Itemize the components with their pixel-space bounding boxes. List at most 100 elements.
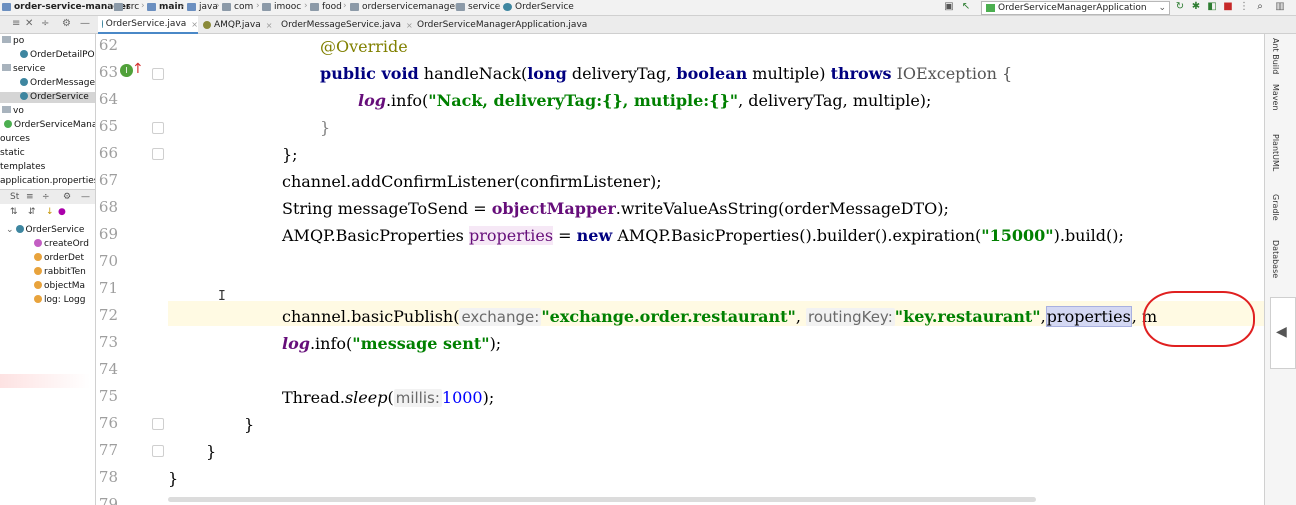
breadcrumb-com[interactable]: com <box>222 2 253 12</box>
more-icon[interactable]: ⋮ <box>1238 1 1250 12</box>
right-tool-strip: Ant Build Maven PlantUML Gradle Database <box>1264 34 1296 505</box>
tab-orderservicemanagerapplication-java[interactable]: OrderServiceManagerApplication.java <box>410 16 587 34</box>
code-text: .info( <box>309 334 353 353</box>
code-line-73: log.info("message sent"); <box>282 331 501 356</box>
line-number: 73 <box>98 333 118 351</box>
tree-file-application-properties[interactable]: application.properties <box>0 176 95 187</box>
structure-label: objectMa <box>44 281 86 291</box>
hide-icon[interactable]: — <box>80 18 90 29</box>
spring-class-icon <box>4 120 12 128</box>
coverage-icon[interactable]: ◧ <box>1206 1 1218 12</box>
fold-marker[interactable] <box>152 122 164 134</box>
run-configuration-select[interactable]: OrderServiceManagerApplication ⌄ <box>981 1 1170 15</box>
tree-folder-resources[interactable]: ources <box>0 134 30 145</box>
close-icon[interactable]: × <box>266 21 273 30</box>
rerun-icon[interactable]: ↻ <box>1174 1 1186 12</box>
structure-field-rabbittemplate[interactable]: rabbitTen <box>34 267 86 278</box>
tab-label: OrderMessageService.java <box>281 20 402 30</box>
structure-class-orderservice[interactable]: ⌄ OrderService <box>6 225 84 236</box>
gear-icon[interactable]: ⚙ <box>62 18 71 29</box>
code-text: String messageToSend = <box>282 199 492 218</box>
breadcrumb-service[interactable]: service <box>456 2 500 12</box>
parameter-hint: exchange: <box>459 308 542 326</box>
breadcrumb-java[interactable]: java <box>187 2 218 12</box>
override-arrow-icon[interactable]: ↑ <box>132 61 144 77</box>
tab-orderservice-java[interactable]: OrderService.java × <box>98 16 198 34</box>
hide-icon[interactable]: — <box>81 192 90 202</box>
editor-tab-bar: ≡ ✕ ÷ ⚙ — OrderService.java × AMQP.java × … <box>0 16 1296 34</box>
tool-database[interactable]: Database <box>1271 240 1280 278</box>
horizontal-scrollbar[interactable] <box>168 497 1036 502</box>
structure-field-log[interactable]: log: Logg <box>34 295 85 306</box>
tool-gradle[interactable]: Gradle <box>1271 194 1280 221</box>
parameter-hint: routingKey: <box>806 308 895 326</box>
line-number: 74 <box>98 360 118 378</box>
tool-ant-build[interactable]: Ant Build <box>1271 38 1280 74</box>
show-fields-icon[interactable]: ↓ <box>46 207 54 217</box>
tree-folder-static[interactable]: static <box>0 148 25 159</box>
breadcrumb-src[interactable]: src <box>114 2 139 12</box>
tree-label: templates <box>0 162 46 172</box>
show-properties-icon[interactable]: ● <box>58 207 66 217</box>
structure-toolbar: ⇅ ⇵ ↓ ● <box>0 205 95 220</box>
method-ref: sleep <box>344 388 388 407</box>
debug-icon[interactable]: ✱ <box>1190 1 1202 12</box>
gear-icon[interactable]: ⚙ <box>63 192 71 202</box>
code-text: } <box>244 415 255 434</box>
build-icon[interactable]: ▣ <box>943 1 955 12</box>
code-text: } <box>320 118 331 137</box>
fold-marker[interactable] <box>152 148 164 160</box>
line-number: 77 <box>98 441 118 459</box>
tree-folder-vo[interactable]: vo <box>2 106 24 117</box>
line-number: 75 <box>98 387 118 405</box>
close-icon[interactable]: × <box>191 20 198 29</box>
sort-icon[interactable]: ≡ <box>26 192 34 202</box>
expand-icon[interactable]: ✕ <box>25 18 33 29</box>
structure-method-createorder[interactable]: createOrd <box>34 239 89 250</box>
chevron-right-icon: › <box>216 1 220 11</box>
chevron-right-icon: › <box>304 1 308 11</box>
code-line-63: public void handleNack(long deliveryTag,… <box>320 61 1012 86</box>
tab-amqp-java[interactable]: AMQP.java × <box>199 16 273 34</box>
sort-visibility-icon[interactable]: ⇵ <box>28 207 36 217</box>
tool-plantuml[interactable]: PlantUML <box>1271 134 1280 171</box>
fold-marker[interactable] <box>152 68 164 80</box>
tab-label: OrderService.java <box>105 19 187 29</box>
code-text: ( <box>387 388 394 407</box>
tool-maven[interactable]: Maven <box>1271 84 1280 111</box>
tab-ordermessageservice-java[interactable]: OrderMessageService.java × <box>274 16 413 34</box>
scroll-from-source-icon[interactable]: ÷ <box>41 18 49 29</box>
breadcrumb-orderservicemanager[interactable]: orderservicemanager <box>350 2 459 12</box>
scroll-icon[interactable]: ÷ <box>42 192 50 202</box>
structure-field-orderdetail[interactable]: orderDet <box>34 253 84 264</box>
layout-icon[interactable]: ▥ <box>1274 1 1286 12</box>
sort-alpha-icon[interactable]: ⇅ <box>10 207 18 217</box>
chevron-right-icon: › <box>181 1 185 11</box>
structure-field-objectmapper[interactable]: objectMa <box>34 281 85 292</box>
breadcrumb-imooc[interactable]: imooc <box>262 2 301 12</box>
search-icon[interactable]: ⌕ <box>1254 1 1266 12</box>
stop-icon[interactable]: ■ <box>1222 1 1234 12</box>
parameter-hint: millis: <box>393 389 442 407</box>
code-text: , <box>1040 307 1046 326</box>
code-text: deliveryTag, <box>566 64 677 83</box>
tree-label: static <box>0 148 25 158</box>
tree-class-ordermessageservice[interactable]: OrderMessageS <box>20 78 95 89</box>
collapse-icon[interactable]: ≡ <box>12 18 20 29</box>
hammer-icon[interactable]: ↖ <box>960 1 972 12</box>
breadcrumb-orderservice[interactable]: OrderService <box>503 2 574 12</box>
keyword: boolean <box>676 64 748 83</box>
breadcrumb-main[interactable]: main <box>147 2 184 12</box>
fold-marker[interactable] <box>152 445 164 457</box>
tree-class-orderdetailpo[interactable]: OrderDetailPO <box>20 50 95 61</box>
tree-class-orderservicemanagerapplication[interactable]: OrderServiceMana <box>4 120 95 131</box>
tree-folder-service[interactable]: service <box>2 64 45 75</box>
tree-folder-po[interactable]: po <box>2 36 24 47</box>
fold-marker[interactable] <box>152 418 164 430</box>
collapse-panel-button[interactable]: ◀ <box>1270 297 1296 369</box>
tree-folder-templates[interactable]: templates <box>0 162 45 173</box>
keyword: long <box>527 64 567 83</box>
tree-class-orderservice[interactable]: OrderService <box>0 92 95 103</box>
code-editor[interactable]: @Override public void handleNack(long de… <box>168 34 1264 505</box>
breadcrumb-food[interactable]: food <box>310 2 342 12</box>
